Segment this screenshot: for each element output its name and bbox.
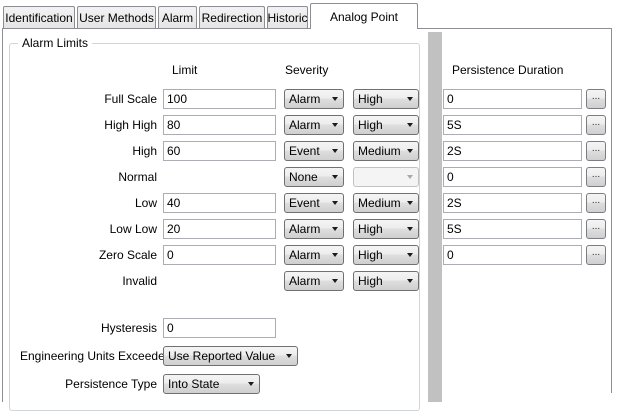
severity-level-select[interactable]: High bbox=[353, 219, 419, 239]
persistence-duration-input[interactable] bbox=[443, 89, 582, 109]
row-label: Low bbox=[20, 193, 157, 213]
dropdown-arrow-icon bbox=[407, 253, 413, 257]
alarm-limit-row-invalid: Invalid Alarm High bbox=[0, 271, 617, 291]
dropdown-arrow-icon bbox=[407, 175, 413, 179]
severity-level-select[interactable]: Medium bbox=[353, 193, 419, 213]
persistence-duration-input[interactable] bbox=[443, 141, 582, 161]
tab-historic[interactable]: Historic bbox=[267, 6, 308, 28]
tab-alarm[interactable]: Alarm bbox=[158, 6, 197, 28]
hysteresis-row: Hysteresis bbox=[0, 318, 617, 338]
persistence-type-row: Persistence Type Into State bbox=[0, 374, 617, 394]
tab-user-methods[interactable]: User Methods bbox=[77, 6, 156, 28]
limit-input[interactable] bbox=[163, 245, 276, 265]
groupbox-title: Alarm Limits bbox=[18, 36, 92, 50]
hysteresis-label: Hysteresis bbox=[20, 318, 157, 338]
alarm-limit-row-full-scale: Full Scale Alarm High ... bbox=[0, 89, 617, 109]
dropdown-arrow-icon bbox=[407, 123, 413, 127]
severity-level-select[interactable]: High bbox=[353, 271, 419, 291]
severity-level-select[interactable]: High bbox=[353, 89, 419, 109]
persistence-duration-input[interactable] bbox=[443, 167, 582, 187]
dropdown-arrow-icon bbox=[332, 123, 338, 127]
hysteresis-input[interactable] bbox=[163, 318, 276, 338]
persistence-type-label: Persistence Type bbox=[20, 374, 157, 394]
alarm-limit-row-normal: Normal None ... bbox=[0, 167, 617, 187]
dropdown-arrow-icon bbox=[407, 227, 413, 231]
severity-level-select[interactable]: Medium bbox=[353, 141, 419, 161]
row-label: High High bbox=[20, 115, 157, 135]
browse-button[interactable]: ... bbox=[586, 89, 606, 109]
dropdown-arrow-icon bbox=[407, 149, 413, 153]
persistence-column-header: Persistence Duration bbox=[452, 63, 563, 77]
persistence-duration-input[interactable] bbox=[443, 193, 582, 213]
dropdown-arrow-icon bbox=[332, 149, 338, 153]
dropdown-arrow-icon bbox=[332, 253, 338, 257]
dropdown-arrow-icon bbox=[407, 97, 413, 101]
tab-redirection[interactable]: Redirection bbox=[199, 6, 265, 28]
severity-select[interactable]: Event bbox=[284, 141, 344, 161]
tab-analog-point[interactable]: Analog Point bbox=[310, 3, 418, 29]
severity-column-header: Severity bbox=[285, 63, 328, 77]
tab-identification[interactable]: Identification bbox=[3, 6, 75, 28]
dropdown-arrow-icon bbox=[248, 382, 254, 386]
alarm-limit-row-zero-scale: Zero Scale Alarm High ... bbox=[0, 245, 617, 265]
severity-select[interactable]: None bbox=[284, 167, 344, 187]
dropdown-arrow-icon bbox=[332, 97, 338, 101]
persistence-type-select[interactable]: Into State bbox=[163, 374, 260, 394]
severity-select[interactable]: Alarm bbox=[284, 115, 344, 135]
severity-select[interactable]: Alarm bbox=[284, 271, 344, 291]
row-label: Normal bbox=[20, 167, 157, 187]
severity-select[interactable]: Alarm bbox=[284, 89, 344, 109]
alarm-limit-row-high-high: High High Alarm High ... bbox=[0, 115, 617, 135]
row-label: Invalid bbox=[20, 271, 157, 291]
dropdown-arrow-icon bbox=[407, 201, 413, 205]
alarm-limit-row-high: High Event Medium ... bbox=[0, 141, 617, 161]
tab-page-border bbox=[2, 393, 3, 402]
severity-level-select[interactable]: High bbox=[353, 115, 419, 135]
limit-column-header: Limit bbox=[172, 63, 197, 77]
alarm-limit-row-low: Low Event Medium ... bbox=[0, 193, 617, 213]
severity-level-select[interactable]: High bbox=[353, 245, 419, 265]
browse-button[interactable]: ... bbox=[586, 245, 606, 265]
row-label: Zero Scale bbox=[20, 245, 157, 265]
severity-level-select-disabled bbox=[353, 167, 419, 187]
browse-button[interactable]: ... bbox=[586, 167, 606, 187]
severity-select[interactable]: Alarm bbox=[284, 219, 344, 239]
row-label: High bbox=[20, 141, 157, 161]
limit-input[interactable] bbox=[163, 193, 276, 213]
row-label: Full Scale bbox=[20, 89, 157, 109]
limit-input[interactable] bbox=[163, 219, 276, 239]
persistence-duration-input[interactable] bbox=[443, 115, 582, 135]
limit-input[interactable] bbox=[163, 89, 276, 109]
dropdown-arrow-icon bbox=[407, 279, 413, 283]
browse-button[interactable]: ... bbox=[586, 141, 606, 161]
dropdown-arrow-icon bbox=[332, 279, 338, 283]
limit-input[interactable] bbox=[163, 141, 276, 161]
browse-button[interactable]: ... bbox=[586, 193, 606, 213]
engineering-units-exceeded-label: Engineering Units Exceeded bbox=[20, 346, 157, 366]
dropdown-arrow-icon bbox=[332, 227, 338, 231]
dropdown-arrow-icon bbox=[332, 201, 338, 205]
severity-select[interactable]: Alarm bbox=[284, 245, 344, 265]
persistence-duration-input[interactable] bbox=[443, 219, 582, 239]
limit-input[interactable] bbox=[163, 115, 276, 135]
dropdown-arrow-icon bbox=[286, 354, 292, 358]
engineering-units-exceeded-row: Engineering Units Exceeded Use Reported … bbox=[0, 346, 617, 366]
browse-button[interactable]: ... bbox=[586, 219, 606, 239]
severity-select[interactable]: Event bbox=[284, 193, 344, 213]
browse-button[interactable]: ... bbox=[586, 115, 606, 135]
row-label: Low Low bbox=[20, 219, 157, 239]
dropdown-arrow-icon bbox=[332, 175, 338, 179]
persistence-duration-input[interactable] bbox=[443, 245, 582, 265]
alarm-limit-row-low-low: Low Low Alarm High ... bbox=[0, 219, 617, 239]
engineering-units-exceeded-select[interactable]: Use Reported Value bbox=[163, 346, 298, 366]
